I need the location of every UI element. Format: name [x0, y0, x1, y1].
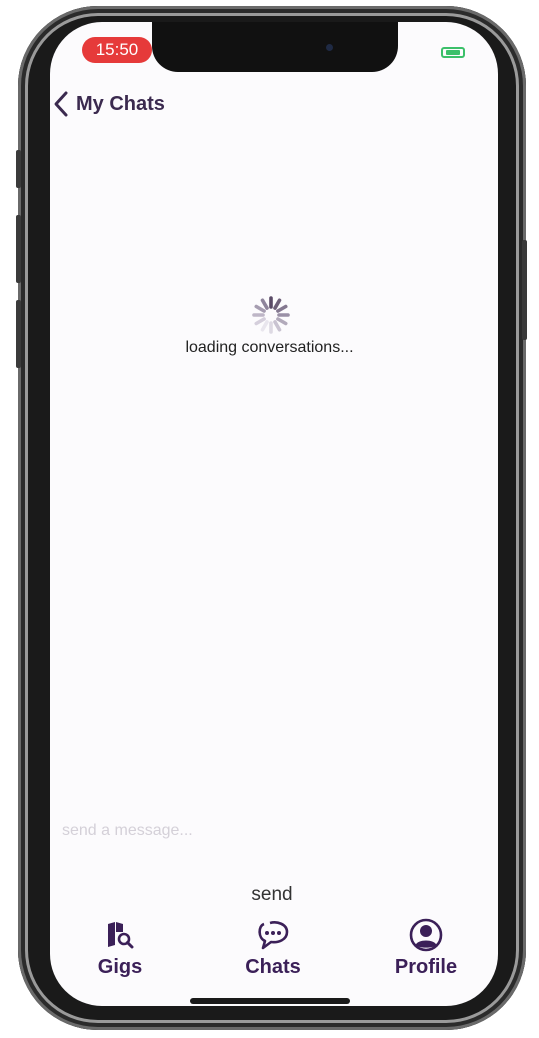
- tab-chats[interactable]: Chats: [213, 918, 333, 979]
- notch: [152, 22, 398, 72]
- user-circle-icon: [409, 918, 443, 952]
- loading-text: loading conversations...: [185, 339, 354, 356]
- power-button: [522, 240, 527, 340]
- battery-icon: [441, 47, 465, 58]
- front-camera: [326, 44, 333, 51]
- chevron-left-icon[interactable]: [52, 90, 70, 118]
- header: My Chats: [52, 90, 165, 118]
- tab-chats-label: Chats: [245, 956, 301, 978]
- chat-bubble-icon: [258, 921, 289, 950]
- tab-gigs-label: Gigs: [97, 956, 143, 978]
- app-screen: [50, 22, 498, 1006]
- volume-down-button: [16, 300, 21, 368]
- page-title: My Chats: [76, 92, 165, 115]
- map-search-icon: [108, 922, 134, 949]
- mute-switch: [16, 150, 21, 188]
- loading-spinner-icon: [252, 296, 290, 334]
- tab-profile[interactable]: Profile: [366, 918, 486, 979]
- status-time: 15:50: [82, 37, 152, 63]
- volume-up-button: [16, 215, 21, 283]
- send-button[interactable]: send: [232, 882, 312, 908]
- message-input[interactable]: [58, 818, 486, 844]
- tab-profile-label: Profile: [394, 956, 458, 978]
- home-indicator: [190, 998, 350, 1004]
- tab-gigs[interactable]: Gigs: [60, 918, 180, 979]
